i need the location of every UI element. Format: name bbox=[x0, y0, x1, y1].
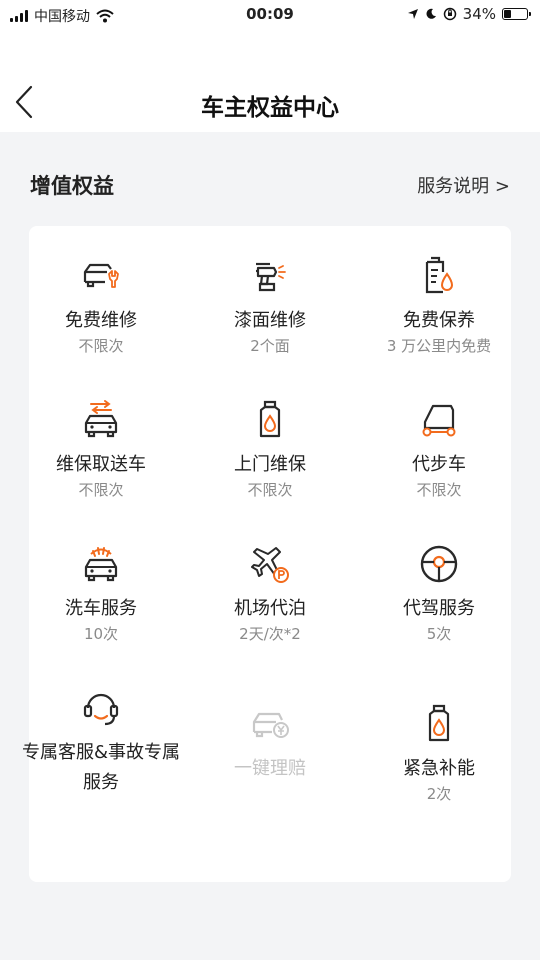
nav-bar: 车主权益中心 bbox=[0, 30, 540, 132]
section-title: 增值权益 bbox=[30, 174, 114, 198]
car-claim-icon bbox=[252, 712, 289, 738]
benefit-label: 紧急补能 bbox=[403, 758, 475, 779]
benefit-label: 维保取送车 bbox=[56, 454, 146, 475]
benefit-sub: 10次 bbox=[83, 625, 119, 643]
benefit-designated-driver[interactable]: 代驾服务 5次 bbox=[359, 542, 519, 644]
fuel-can-icon bbox=[428, 704, 450, 742]
benefit-home-service[interactable]: 上门维保 不限次 bbox=[190, 398, 350, 500]
location-arrow-icon bbox=[407, 9, 418, 19]
benefit-label: 漆面维修 bbox=[234, 310, 306, 331]
benefit-label: 机场代泊 bbox=[234, 598, 306, 619]
rotation-lock-icon bbox=[443, 7, 456, 21]
benefit-free-repair[interactable]: 免费维修 不限次 bbox=[21, 254, 181, 356]
benefit-sub: 3 万公里内免费 bbox=[386, 337, 492, 355]
benefit-airport-parking[interactable]: 机场代泊 2天/次*2 bbox=[190, 542, 350, 644]
section-header: 增值权益 服务说明 > bbox=[30, 168, 510, 204]
benefit-label: 免费保养 bbox=[403, 310, 475, 331]
status-bar: 中国移动 00:09 34% bbox=[0, 0, 540, 30]
benefit-sub: 不限次 bbox=[78, 337, 124, 355]
benefit-label: 上门维保 bbox=[234, 454, 306, 475]
benefit-label: 代步车 bbox=[412, 454, 466, 475]
benefit-label: 代驾服务 bbox=[403, 598, 475, 619]
benefit-sub: 不限次 bbox=[247, 481, 293, 499]
spray-gun-icon bbox=[256, 262, 286, 292]
battery-fill bbox=[504, 10, 512, 18]
benefit-label: 一键理赔 bbox=[234, 758, 306, 779]
service-description-link[interactable]: 服务说明 > bbox=[417, 172, 510, 198]
battery-percent: 34% bbox=[462, 5, 496, 23]
courtesy-car-icon bbox=[422, 404, 456, 437]
benefit-sub: 5次 bbox=[426, 625, 452, 643]
benefit-free-maintenance[interactable]: 免费保养 3 万公里内免费 bbox=[359, 254, 519, 356]
benefit-label: 洗车服务 bbox=[65, 598, 137, 619]
moon-icon bbox=[426, 8, 436, 19]
benefit-one-click-claim[interactable]: 一键理赔 bbox=[190, 702, 350, 784]
steering-wheel-icon bbox=[420, 545, 458, 583]
benefit-label: 专属客服&事故专属服务 bbox=[21, 742, 181, 793]
car-pickup-icon bbox=[84, 400, 118, 438]
oil-maintenance-icon bbox=[425, 256, 454, 294]
benefit-sub: 2次 bbox=[426, 785, 452, 803]
page-title: 车主权益中心 bbox=[201, 95, 339, 121]
battery-icon bbox=[502, 8, 531, 20]
benefits-card: 免费维修 不限次 漆面维修 2个面 免费保养 3 万公里内免费 维保取送车 不限… bbox=[22, 226, 511, 882]
benefit-paint-repair[interactable]: 漆面维修 2个面 bbox=[190, 254, 350, 356]
benefit-label: 免费维修 bbox=[65, 310, 137, 331]
headset-icon bbox=[83, 693, 119, 726]
benefit-sub: 2天/次*2 bbox=[239, 625, 301, 643]
benefit-courtesy-car[interactable]: 代步车 不限次 bbox=[359, 398, 519, 500]
oil-bottle-icon bbox=[259, 400, 281, 438]
benefit-pickup-delivery[interactable]: 维保取送车 不限次 bbox=[21, 398, 181, 500]
benefit-car-wash[interactable]: 洗车服务 10次 bbox=[21, 542, 181, 644]
benefit-exclusive-support[interactable]: 专属客服&事故专属服务 bbox=[21, 686, 181, 798]
car-repair-icon bbox=[83, 263, 119, 288]
benefit-emergency-energy[interactable]: 紧急补能 2次 bbox=[359, 702, 519, 804]
benefit-sub: 不限次 bbox=[78, 481, 124, 499]
car-wash-icon bbox=[84, 547, 118, 582]
benefit-sub: 不限次 bbox=[416, 481, 462, 499]
airport-parking-icon bbox=[251, 547, 289, 583]
status-right: 34% bbox=[407, 5, 531, 23]
benefit-sub: 2个面 bbox=[250, 337, 290, 355]
